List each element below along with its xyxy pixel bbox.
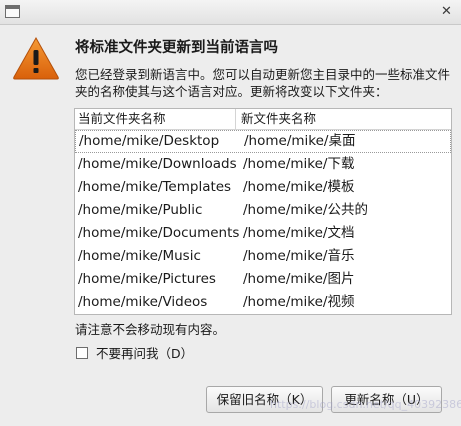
dont-ask-again-label: 不要再问我（D）	[96, 346, 194, 361]
table-row[interactable]: /home/mike/Templates/home/mike/模板	[75, 176, 451, 199]
new-folder-cell: /home/mike/下载	[243, 156, 355, 172]
warning-triangle-icon	[13, 36, 59, 80]
new-folder-cell: /home/mike/视频	[243, 294, 355, 310]
current-folder-cell: /home/mike/Public	[78, 202, 203, 218]
keep-old-names-button[interactable]: 保留旧名称（K）	[206, 386, 323, 413]
current-folder-cell: /home/mike/Documents	[78, 225, 240, 241]
current-folder-cell: /home/mike/Music	[78, 248, 201, 264]
new-folder-cell: /home/mike/模板	[243, 179, 355, 195]
table-row[interactable]: /home/mike/Music/home/mike/音乐	[75, 245, 451, 268]
table-row[interactable]: /home/mike/Videos/home/mike/视频	[75, 291, 451, 314]
table-row[interactable]: /home/mike/Downloads/home/mike/下载	[75, 153, 451, 176]
table-row[interactable]: /home/mike/Pictures/home/mike/图片	[75, 268, 451, 291]
note-text: 请注意不会移动现有内容。	[75, 322, 226, 337]
update-names-button[interactable]: 更新名称（U）	[331, 386, 442, 413]
folder-table[interactable]: 当前文件夹名称 新文件夹名称 /home/mike/Desktop/home/m…	[74, 108, 452, 315]
current-folder-cell: /home/mike/Pictures	[78, 271, 216, 287]
dialog-heading: 将标准文件夹更新到当前语言吗	[75, 40, 278, 56]
dont-ask-again-option[interactable]: 不要再问我（D）	[76, 343, 193, 362]
current-folder-cell: /home/mike/Templates	[78, 179, 232, 195]
new-folder-cell: /home/mike/文档	[243, 225, 355, 241]
table-row[interactable]: /home/mike/Desktop/home/mike/桌面	[75, 130, 451, 153]
column-header-current[interactable]: 当前文件夹名称	[75, 109, 236, 129]
current-folder-cell: /home/mike/Downloads	[78, 156, 237, 172]
table-header: 当前文件夹名称 新文件夹名称	[75, 109, 451, 130]
current-folder-cell: /home/mike/Desktop	[79, 133, 220, 149]
dont-ask-again-checkbox[interactable]	[76, 346, 88, 359]
column-header-new[interactable]: 新文件夹名称	[236, 109, 451, 129]
new-folder-cell: /home/mike/音乐	[243, 248, 355, 264]
table-body: /home/mike/Desktop/home/mike/桌面/home/mik…	[75, 130, 451, 314]
current-folder-cell: /home/mike/Videos	[78, 294, 208, 310]
table-row[interactable]: /home/mike/Public/home/mike/公共的	[75, 199, 451, 222]
window-icon	[5, 5, 20, 18]
window-titlebar: ✕	[0, 0, 461, 25]
new-folder-cell: /home/mike/公共的	[243, 202, 368, 218]
close-button[interactable]: ✕	[438, 3, 455, 20]
table-row[interactable]: /home/mike/Documents/home/mike/文档	[75, 222, 451, 245]
dialog-description: 您已经登录到新语言中。您可以自动更新您主目录中的一些标准文件夹的名称使其与这个语…	[75, 67, 451, 99]
new-folder-cell: /home/mike/桌面	[244, 133, 356, 149]
new-folder-cell: /home/mike/图片	[243, 271, 355, 287]
